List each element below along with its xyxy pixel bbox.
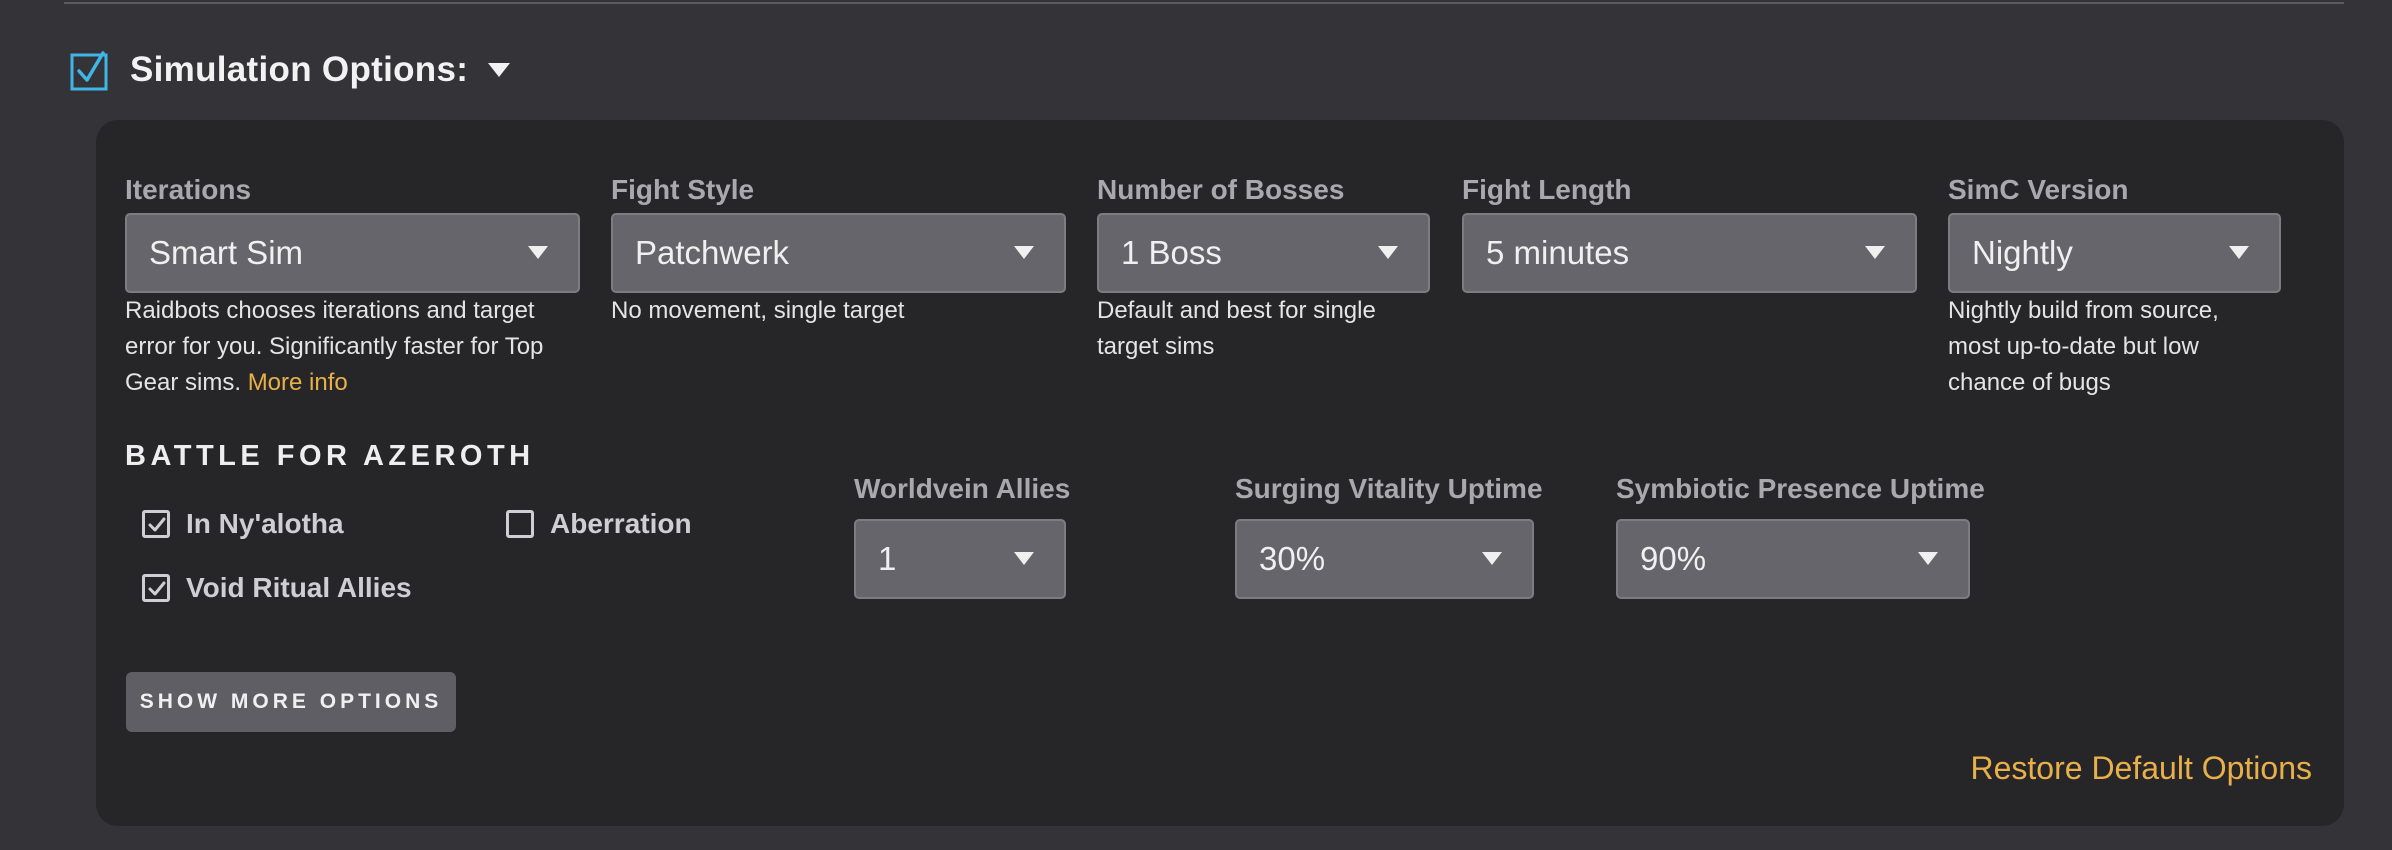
void-ritual-allies-label[interactable]: Void Ritual Allies <box>186 572 412 604</box>
bosses-field: Number of Bosses <box>1097 172 1344 208</box>
restore-default-options-link[interactable]: Restore Default Options <box>1971 750 2313 787</box>
simulation-options-title: Simulation Options: <box>130 50 469 89</box>
top-divider <box>64 2 2344 4</box>
in-nyalotha-checkbox[interactable]: In Ny'alotha <box>142 508 344 540</box>
more-info-link[interactable]: More info <box>248 369 348 396</box>
dropdown-arrow-icon <box>1014 246 1034 259</box>
in-nyalotha-label[interactable]: In Ny'alotha <box>186 508 344 540</box>
simc-version-description: Nightly build from source, most up-to-da… <box>1948 297 2219 396</box>
dropdown-arrow-icon <box>1014 552 1034 565</box>
simc-version-select[interactable]: Nightly <box>1948 213 2281 293</box>
iterations-select[interactable]: Smart Sim <box>125 213 580 293</box>
aberration-checkbox[interactable]: Aberration <box>506 508 692 540</box>
fight-length-select[interactable]: 5 minutes <box>1462 213 1917 293</box>
symbiotic-presence-select[interactable]: 90% <box>1616 519 1970 599</box>
chevron-down-icon[interactable] <box>488 63 511 77</box>
worldvein-allies-label: Worldvein Allies <box>854 473 1071 504</box>
bosses-description: Default and best for single target sims <box>1097 297 1376 360</box>
dropdown-arrow-icon <box>528 246 548 259</box>
checkbox-unchecked-icon[interactable] <box>506 510 534 538</box>
surging-vitality-select[interactable]: 30% <box>1235 519 1534 599</box>
dropdown-arrow-icon <box>1865 246 1885 259</box>
iterations-value: Smart Sim <box>149 234 304 271</box>
bosses-label: Number of Bosses <box>1097 174 1345 205</box>
show-more-options-button[interactable]: SHOW MORE OPTIONS <box>126 672 456 732</box>
surging-vitality-field: Surging Vitality Uptime <box>1235 471 1543 507</box>
symbiotic-presence-label: Symbiotic Presence Uptime <box>1616 473 1985 504</box>
void-ritual-allies-checkbox[interactable]: Void Ritual Allies <box>142 572 412 604</box>
dropdown-arrow-icon <box>1918 552 1938 565</box>
iterations-field: Iterations <box>125 172 251 208</box>
fight-style-value: Patchwerk <box>635 234 790 271</box>
simulation-options-checkbox-icon[interactable] <box>70 51 108 91</box>
worldvein-allies-field: Worldvein Allies <box>854 471 1070 507</box>
checkbox-checked-icon[interactable] <box>142 510 170 538</box>
bosses-select[interactable]: 1 Boss <box>1097 213 1430 293</box>
surging-vitality-label: Surging Vitality Uptime <box>1235 473 1543 504</box>
fight-style-select[interactable]: Patchwerk <box>611 213 1066 293</box>
fight-length-value: 5 minutes <box>1486 234 1630 271</box>
iterations-label: Iterations <box>125 174 252 205</box>
worldvein-allies-select[interactable]: 1 <box>854 519 1066 599</box>
dropdown-arrow-icon <box>1482 552 1502 565</box>
iterations-description: Raidbots chooses iterations and target e… <box>125 293 565 401</box>
bosses-value: 1 Boss <box>1121 234 1222 271</box>
fight-style-label: Fight Style <box>611 174 755 205</box>
checkbox-checked-icon[interactable] <box>142 574 170 602</box>
worldvein-allies-value: 1 <box>878 540 897 577</box>
symbiotic-presence-field: Symbiotic Presence Uptime <box>1616 471 1985 507</box>
symbiotic-presence-value: 90% <box>1640 540 1707 577</box>
simulation-options-header[interactable]: Simulation Options: <box>70 48 511 92</box>
fight-length-field: Fight Length <box>1462 172 1632 208</box>
surging-vitality-value: 30% <box>1259 540 1326 577</box>
fight-style-description: No movement, single target <box>611 297 905 324</box>
dropdown-arrow-icon <box>2229 246 2249 259</box>
bfa-section-title: BATTLE FOR AZEROTH <box>125 440 535 472</box>
simc-version-field: SimC Version <box>1948 172 2129 208</box>
fight-length-label: Fight Length <box>1462 174 1632 205</box>
simc-version-value: Nightly <box>1972 234 2073 271</box>
dropdown-arrow-icon <box>1378 246 1398 259</box>
aberration-label[interactable]: Aberration <box>550 508 692 540</box>
simc-version-label: SimC Version <box>1948 174 2129 205</box>
fight-style-field: Fight Style <box>611 172 754 208</box>
